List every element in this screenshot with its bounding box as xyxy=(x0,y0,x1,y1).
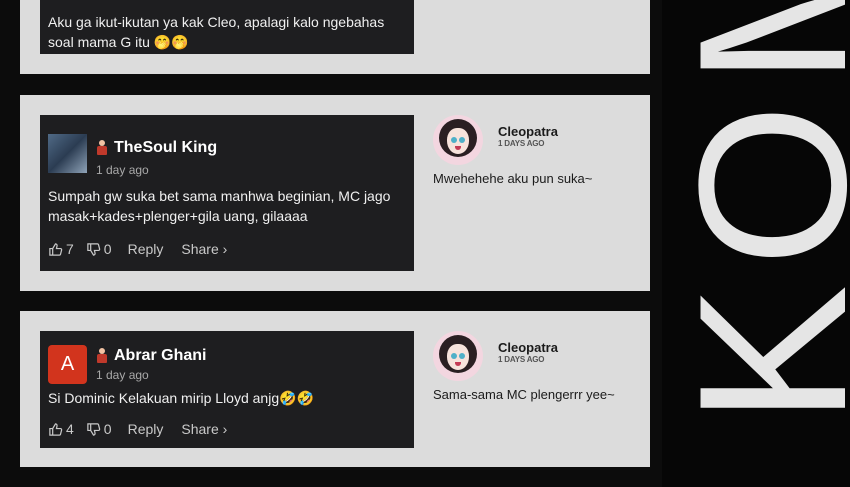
author-reply-text: Sama-sama MC plengerrr yee~ xyxy=(433,387,615,402)
user-badge-icon xyxy=(96,140,108,156)
comment-text: Aku ga ikut-ikutan ya kak Cleo, apalagi … xyxy=(48,14,385,50)
author-avatar[interactable] xyxy=(433,115,483,165)
like-count: 4 xyxy=(66,421,74,437)
dislike-count: 0 xyxy=(103,421,112,437)
thumbs-down-icon xyxy=(87,422,101,436)
comment-actions: 4 0 Reply Share › xyxy=(48,421,227,437)
side-banner-text: KOMENTAR xyxy=(655,0,850,425)
user-badge-icon xyxy=(96,348,108,364)
user-avatar[interactable]: A xyxy=(48,345,87,384)
share-button[interactable]: Share › xyxy=(181,241,227,257)
like-button[interactable]: 7 xyxy=(48,241,74,257)
comment-panel: Aku ga ikut-ikutan ya kak Cleo, apalagi … xyxy=(20,0,650,74)
comment-header: TheSoul King xyxy=(96,139,217,157)
username[interactable]: Abrar Ghani xyxy=(114,347,206,365)
comment-header: Abrar Ghani xyxy=(96,347,206,365)
thumbs-up-icon xyxy=(49,422,63,436)
comment-text: Si Dominic Kelakuan mirip Lloyd anjg🤣🤣 xyxy=(48,390,314,406)
reply-button[interactable]: Reply xyxy=(128,241,164,257)
author-reply-time: 1 DAYS AGO xyxy=(498,139,545,148)
comment-card: TheSoul King 1 day ago Sumpah gw suka be… xyxy=(40,115,414,271)
comment-time: 1 day ago xyxy=(96,163,149,177)
comment-text: Sumpah gw suka bet sama manhwa beginian,… xyxy=(48,188,391,224)
comment-panel: A Abrar Ghani 1 day ago Si Dominic Kelak… xyxy=(20,311,650,467)
like-button[interactable]: 4 xyxy=(48,421,74,437)
author-reply-text: Mwehehehe aku pun suka~ xyxy=(433,171,593,186)
comment-time: 1 day ago xyxy=(96,368,149,382)
author-reply-time: 1 DAYS AGO xyxy=(498,355,545,364)
username[interactable]: TheSoul King xyxy=(114,139,217,157)
comment-card: A Abrar Ghani 1 day ago Si Dominic Kelak… xyxy=(40,331,414,448)
share-button[interactable]: Share › xyxy=(181,421,227,437)
dislike-count: 0 xyxy=(103,241,112,257)
comment-panel: TheSoul King 1 day ago Sumpah gw suka be… xyxy=(20,95,650,291)
dislike-button[interactable]: 0 xyxy=(86,421,112,437)
thumbs-down-icon xyxy=(87,242,101,256)
comment-actions: 7 0 Reply Share › xyxy=(48,241,227,257)
thumbs-up-icon xyxy=(49,242,63,256)
like-count: 7 xyxy=(66,241,74,257)
user-avatar[interactable] xyxy=(48,134,87,173)
author-name[interactable]: Cleopatra xyxy=(498,340,558,355)
author-avatar[interactable] xyxy=(433,331,483,381)
reply-button[interactable]: Reply xyxy=(128,421,164,437)
author-name[interactable]: Cleopatra xyxy=(498,124,558,139)
comment-card: Aku ga ikut-ikutan ya kak Cleo, apalagi … xyxy=(40,0,414,54)
dislike-button[interactable]: 0 xyxy=(86,241,112,257)
